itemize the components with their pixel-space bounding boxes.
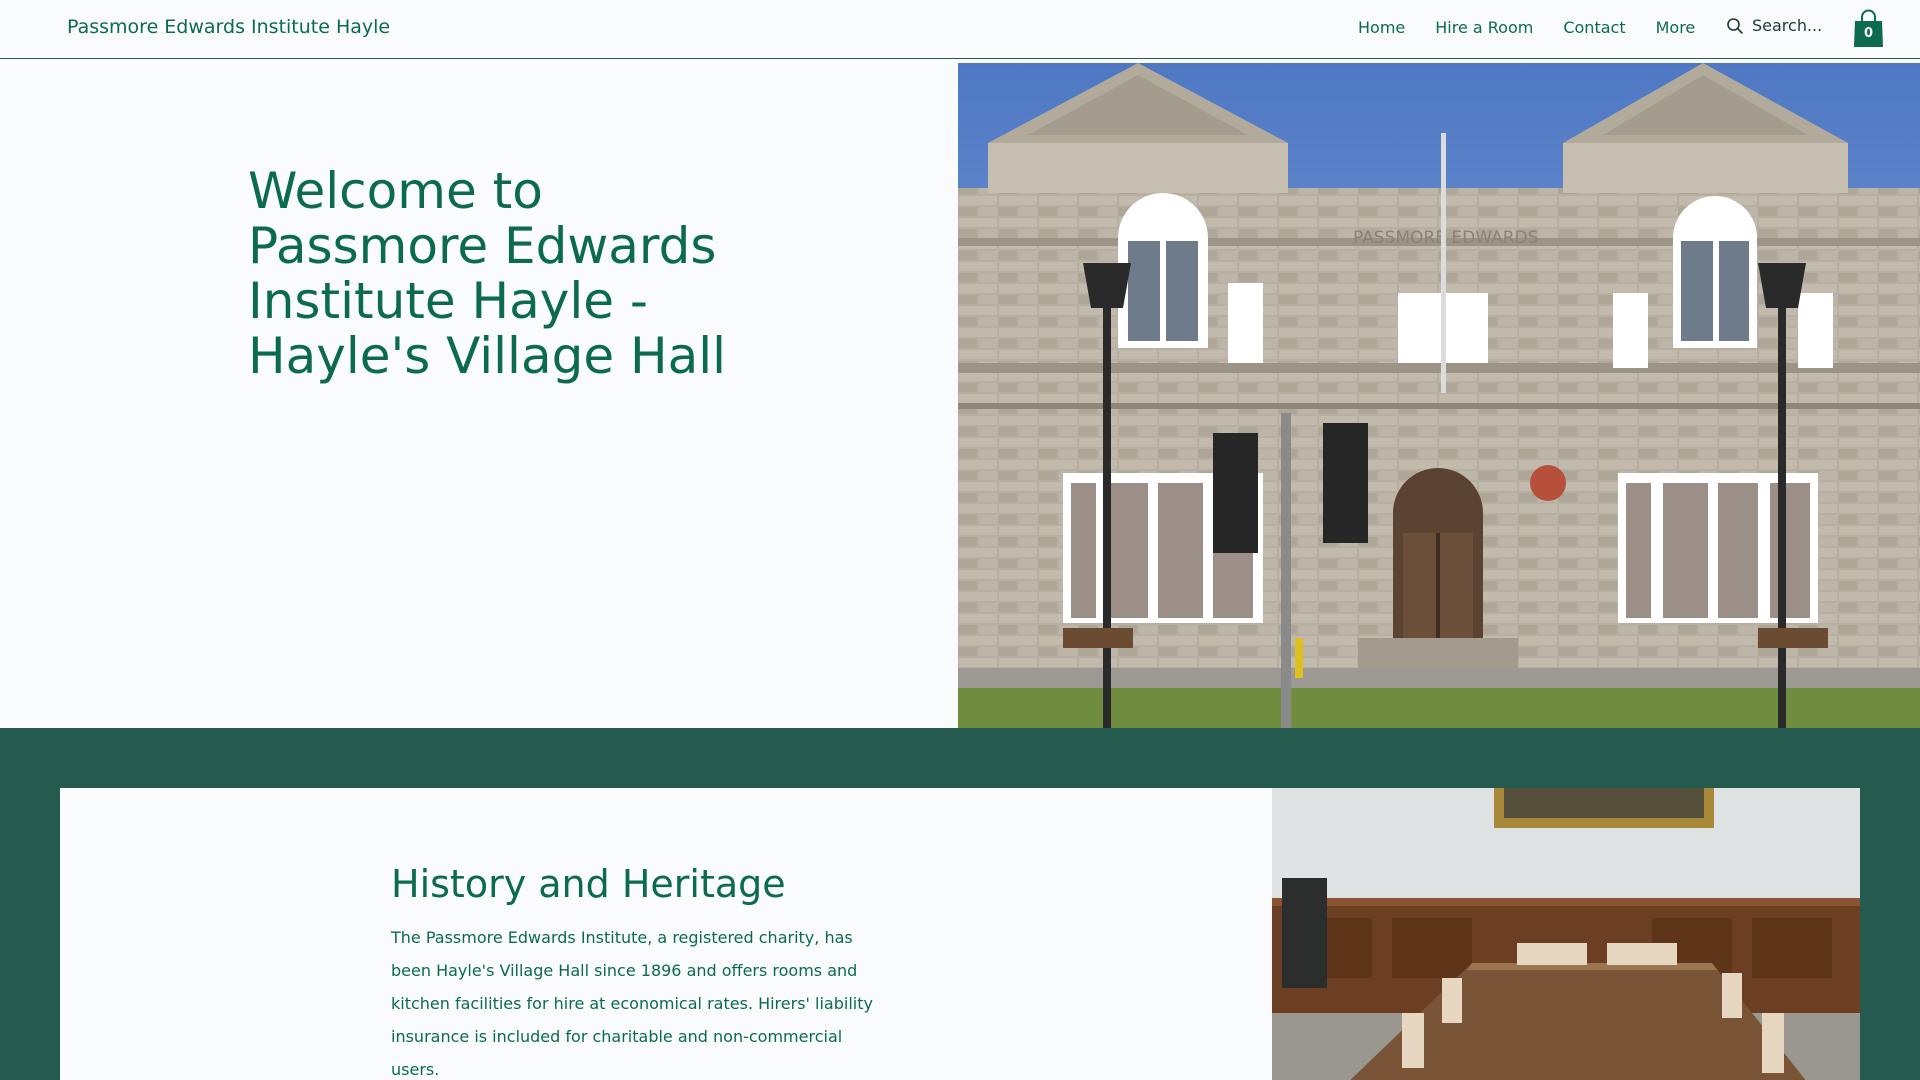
- history-title: History and Heritage: [391, 862, 786, 906]
- hero-section: Welcome to Passmore Edwards Institute Ha…: [0, 60, 1920, 728]
- search-input[interactable]: [1752, 16, 1832, 35]
- nav-item-hire-a-room[interactable]: Hire a Room: [1435, 18, 1533, 37]
- room-illustration: [1272, 788, 1860, 1080]
- site-header: Passmore Edwards Institute Hayle Home Hi…: [0, 0, 1920, 59]
- building-illustration: PASSMORE EDWARDS: [958, 63, 1920, 728]
- hero-building-photo: PASSMORE EDWARDS: [958, 63, 1920, 728]
- hero-title: Welcome to Passmore Edwards Institute Ha…: [248, 162, 727, 385]
- history-card: History and Heritage The Passmore Edward…: [60, 788, 1272, 1080]
- search-box[interactable]: [1726, 16, 1832, 35]
- nav-item-more[interactable]: More: [1656, 18, 1696, 37]
- meeting-room-photo: [1272, 788, 1860, 1080]
- nav-item-home[interactable]: Home: [1358, 18, 1405, 37]
- nav-item-contact[interactable]: Contact: [1563, 18, 1625, 37]
- history-band: History and Heritage The Passmore Edward…: [0, 728, 1920, 1080]
- site-title-link[interactable]: Passmore Edwards Institute Hayle: [67, 16, 390, 38]
- cart-button[interactable]: 0: [1852, 8, 1885, 48]
- cart-count: 0: [1863, 26, 1874, 41]
- search-icon[interactable]: [1726, 17, 1744, 35]
- history-text: The Passmore Edwards Institute, a regist…: [391, 928, 873, 1079]
- main-nav: Home Hire a Room Contact More: [1358, 18, 1725, 37]
